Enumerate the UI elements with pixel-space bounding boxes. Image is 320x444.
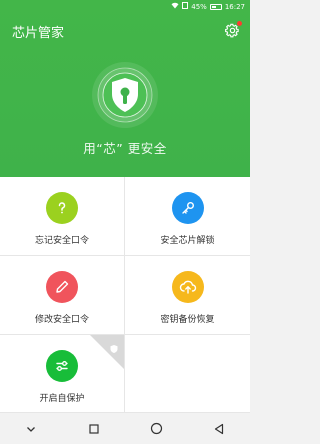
triangle-back-icon xyxy=(214,423,223,434)
shield-logo xyxy=(90,60,160,130)
tile-key-backup[interactable]: 密钥备份恢复 xyxy=(125,256,250,335)
circle-icon xyxy=(150,422,162,435)
recents-button[interactable] xyxy=(84,419,104,439)
tile-change-password[interactable]: 修改安全口令 xyxy=(0,256,125,335)
page-title: 芯片管家 xyxy=(12,26,65,41)
tile-label: 忘记安全口令 xyxy=(34,236,89,246)
slogan: 用“芯” 更安全 xyxy=(83,141,167,156)
tile-label: 修改安全口令 xyxy=(34,315,89,325)
collapse-button[interactable] xyxy=(21,419,41,439)
header-banner: 45% 16:27 芯片管家 用“芯” 更安全 xyxy=(0,0,250,177)
signal-icon xyxy=(182,0,189,14)
battery-percent: 45% xyxy=(191,3,207,11)
wifi-icon xyxy=(171,0,179,14)
shield-badge-icon xyxy=(109,339,119,353)
settings-button[interactable] xyxy=(225,21,242,38)
pen-icon xyxy=(46,271,78,303)
home-button[interactable] xyxy=(146,419,166,439)
feature-grid: 忘记安全口令 安全芯片解锁 修改安全口令 密钥备份恢复 开启自保护 xyxy=(0,177,250,413)
square-icon xyxy=(89,423,99,434)
key-icon xyxy=(171,192,204,224)
notification-dot xyxy=(237,21,242,26)
tile-empty xyxy=(125,335,250,413)
toggle-icon xyxy=(46,350,78,382)
shield-lock-icon xyxy=(92,62,158,128)
battery-icon xyxy=(209,4,222,10)
status-bar: 45% 16:27 xyxy=(0,0,250,14)
tile-label: 密钥备份恢复 xyxy=(160,315,215,325)
tile-label: 开启自保护 xyxy=(39,394,85,404)
tile-self-protect[interactable]: 开启自保护 xyxy=(0,335,125,413)
tile-label: 安全芯片解锁 xyxy=(160,236,215,246)
tile-forgot-password[interactable]: 忘记安全口令 xyxy=(0,177,125,256)
tile-chip-unlock[interactable]: 安全芯片解锁 xyxy=(125,177,250,256)
clock: 16:27 xyxy=(224,3,245,11)
cloud-upload-icon xyxy=(171,271,204,303)
chevron-down-icon xyxy=(27,426,36,432)
question-icon xyxy=(46,192,78,224)
system-nav-bar xyxy=(0,413,250,444)
back-button[interactable] xyxy=(209,419,229,439)
